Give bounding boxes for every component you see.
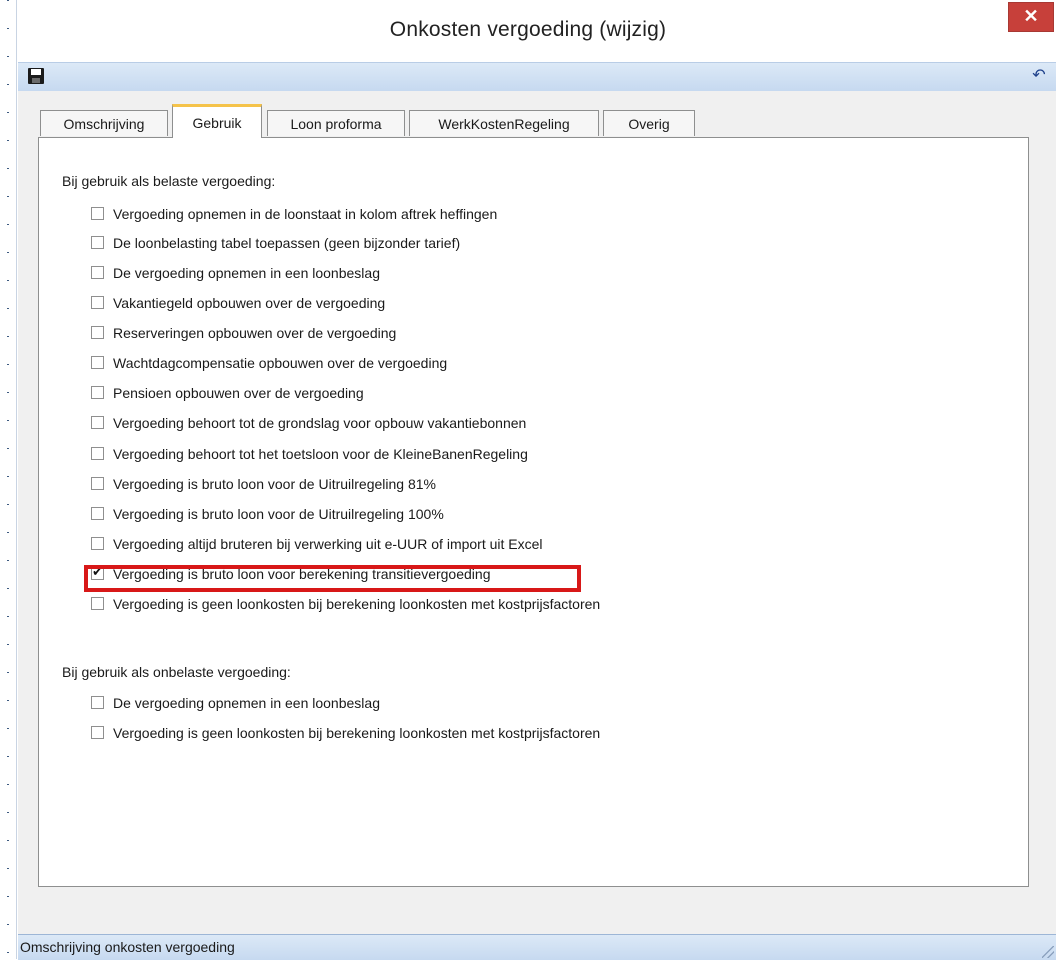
checkbox[interactable] [91, 416, 104, 429]
tab-panel-gebruik: Bij gebruik als belaste vergoeding: Verg… [38, 137, 1029, 887]
checkbox-label: Vergoeding is bruto loon voor de Uitruil… [113, 476, 436, 492]
left-edge-ticks [7, 0, 9, 959]
checkbox-label: Vergoeding is bruto loon voor berekening… [113, 566, 491, 582]
checkbox-label: Vakantiegeld opbouwen over de vergoeding [113, 295, 386, 311]
dialog-window: Onkosten vergoeding (wijzig) ✕ ↶ Omschri… [18, 0, 1056, 960]
save-icon[interactable] [28, 68, 44, 84]
checkbox-label: Vergoeding is bruto loon voor de Uitruil… [113, 506, 444, 522]
checkbox-label: Wachtdagcompensatie opbouwen over de ver… [113, 355, 448, 371]
status-bar: Omschrijving onkosten vergoeding [18, 934, 1056, 960]
checkbox[interactable] [91, 207, 104, 220]
resize-grip-icon[interactable] [1042, 946, 1054, 958]
window-title: Onkosten vergoeding (wijzig) [389, 18, 667, 41]
checkbox[interactable] [91, 326, 104, 339]
checkbox-label: Vergoeding is geen loonkosten bij bereke… [113, 596, 601, 612]
checkbox[interactable] [91, 386, 104, 399]
checkbox[interactable] [91, 597, 104, 610]
checkbox-label: De vergoeding opnemen in een loonbeslag [113, 265, 380, 281]
checkbox-label: Vergoeding altijd bruteren bij verwerkin… [113, 536, 543, 552]
title-bar[interactable]: Onkosten vergoeding (wijzig) ✕ [18, 0, 1056, 62]
checkbox-label: Vergoeding opnemen in de loonstaat in ko… [113, 206, 498, 222]
tab-overig[interactable]: Overig [603, 110, 695, 136]
checkbox[interactable] [91, 696, 104, 709]
checkbox[interactable] [91, 507, 104, 520]
checkbox[interactable] [91, 477, 104, 490]
checkbox-label: De loonbelasting tabel toepassen (geen b… [113, 235, 461, 251]
tab-gebruik[interactable]: Gebruik [172, 104, 262, 138]
checkbox-label: Vergoeding behoort tot het toetsloon voo… [113, 446, 528, 462]
checkbox-label: Pensioen opbouwen over de vergoeding [113, 385, 364, 401]
checkbox-label: Vergoeding is geen loonkosten bij bereke… [113, 725, 601, 741]
dialog-content: Omschrijving Gebruik Loon proforma WerkK… [18, 91, 1056, 934]
tab-werkkostenregeling[interactable]: WerkKostenRegeling [409, 110, 599, 136]
checkbox-label: Vergoeding behoort tot de grondslag voor… [113, 415, 527, 431]
checkbox[interactable] [91, 447, 104, 460]
status-text: Omschrijving onkosten vergoeding [20, 939, 235, 955]
close-button[interactable]: ✕ [1008, 2, 1054, 32]
taxed-section-title: Bij gebruik als belaste vergoeding: [62, 173, 276, 189]
checkbox[interactable] [91, 236, 104, 249]
tab-omschrijving[interactable]: Omschrijving [40, 110, 168, 136]
checkbox[interactable] [91, 356, 104, 369]
checkbox[interactable] [91, 296, 104, 309]
undo-icon[interactable]: ↶ [1030, 67, 1048, 85]
close-icon: ✕ [1023, 6, 1039, 26]
tab-loon-proforma[interactable]: Loon proforma [267, 110, 405, 136]
checkbox[interactable] [91, 537, 104, 550]
checkbox[interactable] [91, 266, 104, 279]
untaxed-section-title: Bij gebruik als onbelaste vergoeding: [62, 664, 291, 680]
left-window-edge [0, 0, 17, 959]
checkbox[interactable] [91, 726, 104, 739]
checkbox-label: Reserveringen opbouwen over de vergoedin… [113, 325, 397, 341]
checkbox-checked[interactable] [91, 563, 104, 583]
toolbar: ↶ [18, 62, 1056, 92]
checkbox-label: De vergoeding opnemen in een loonbeslag [113, 695, 380, 711]
